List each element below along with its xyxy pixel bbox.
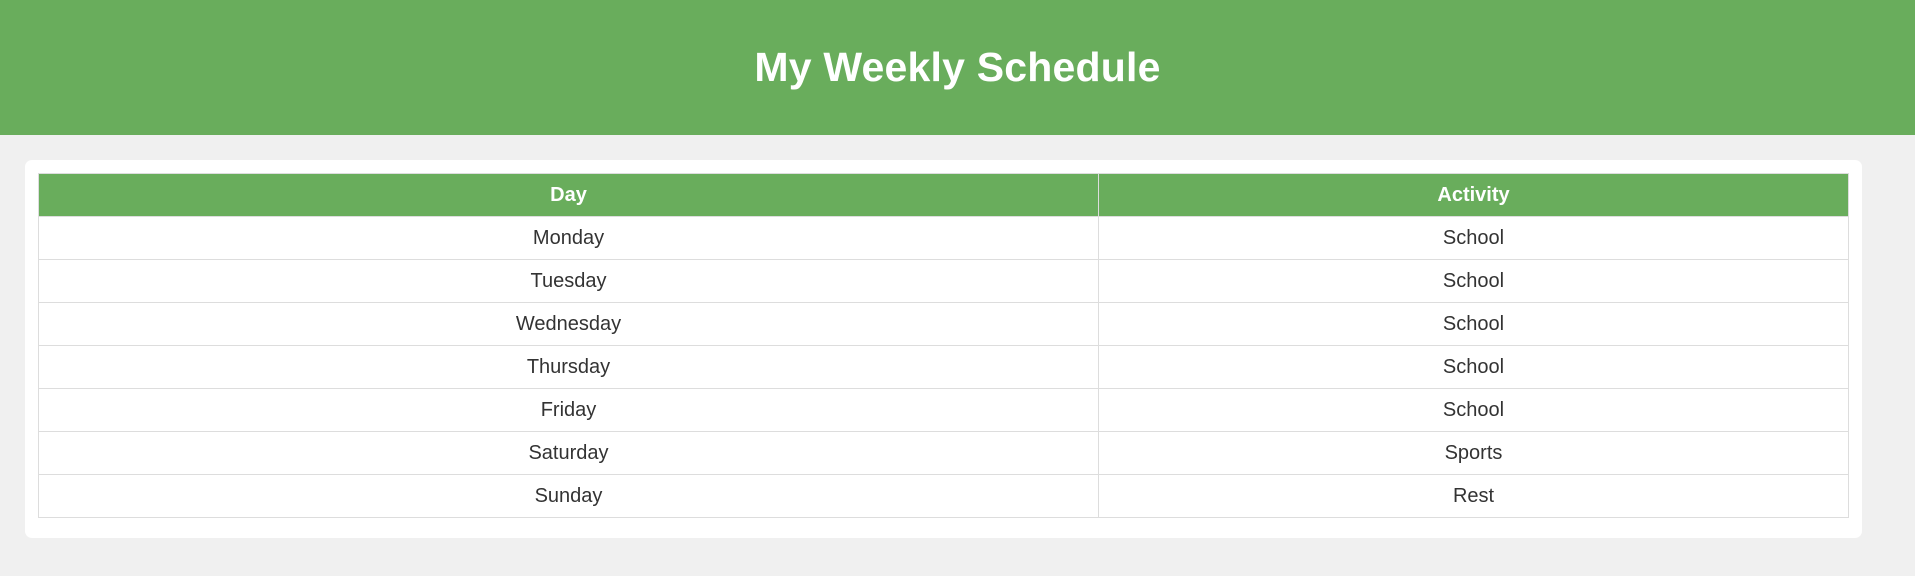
day-cell: Wednesday xyxy=(38,302,1099,346)
table-row: Thursday School xyxy=(38,345,1849,389)
activity-cell: School xyxy=(1098,259,1849,303)
day-cell: Tuesday xyxy=(38,259,1099,303)
day-cell: Sunday xyxy=(38,474,1099,518)
activity-cell: Rest xyxy=(1098,474,1849,518)
column-header-activity: Activity xyxy=(1098,173,1849,217)
table-header-row: Day Activity xyxy=(38,173,1849,217)
activity-cell: School xyxy=(1098,388,1849,432)
page-header: My Weekly Schedule xyxy=(0,0,1915,135)
table-row: Tuesday School xyxy=(38,259,1849,303)
day-cell: Thursday xyxy=(38,345,1099,389)
schedule-table: Day Activity Monday School Tuesday Schoo… xyxy=(38,173,1849,518)
table-row: Friday School xyxy=(38,388,1849,432)
activity-cell: School xyxy=(1098,302,1849,346)
schedule-card: Day Activity Monday School Tuesday Schoo… xyxy=(25,160,1862,538)
day-cell: Friday xyxy=(38,388,1099,432)
table-row: Monday School xyxy=(38,216,1849,260)
column-header-day: Day xyxy=(38,173,1099,217)
day-cell: Saturday xyxy=(38,431,1099,475)
page-title: My Weekly Schedule xyxy=(754,44,1161,90)
activity-cell: School xyxy=(1098,345,1849,389)
table-row: Wednesday School xyxy=(38,302,1849,346)
table-row: Sunday Rest xyxy=(38,474,1849,518)
table-row: Saturday Sports xyxy=(38,431,1849,475)
activity-cell: Sports xyxy=(1098,431,1849,475)
activity-cell: School xyxy=(1098,216,1849,260)
day-cell: Monday xyxy=(38,216,1099,260)
